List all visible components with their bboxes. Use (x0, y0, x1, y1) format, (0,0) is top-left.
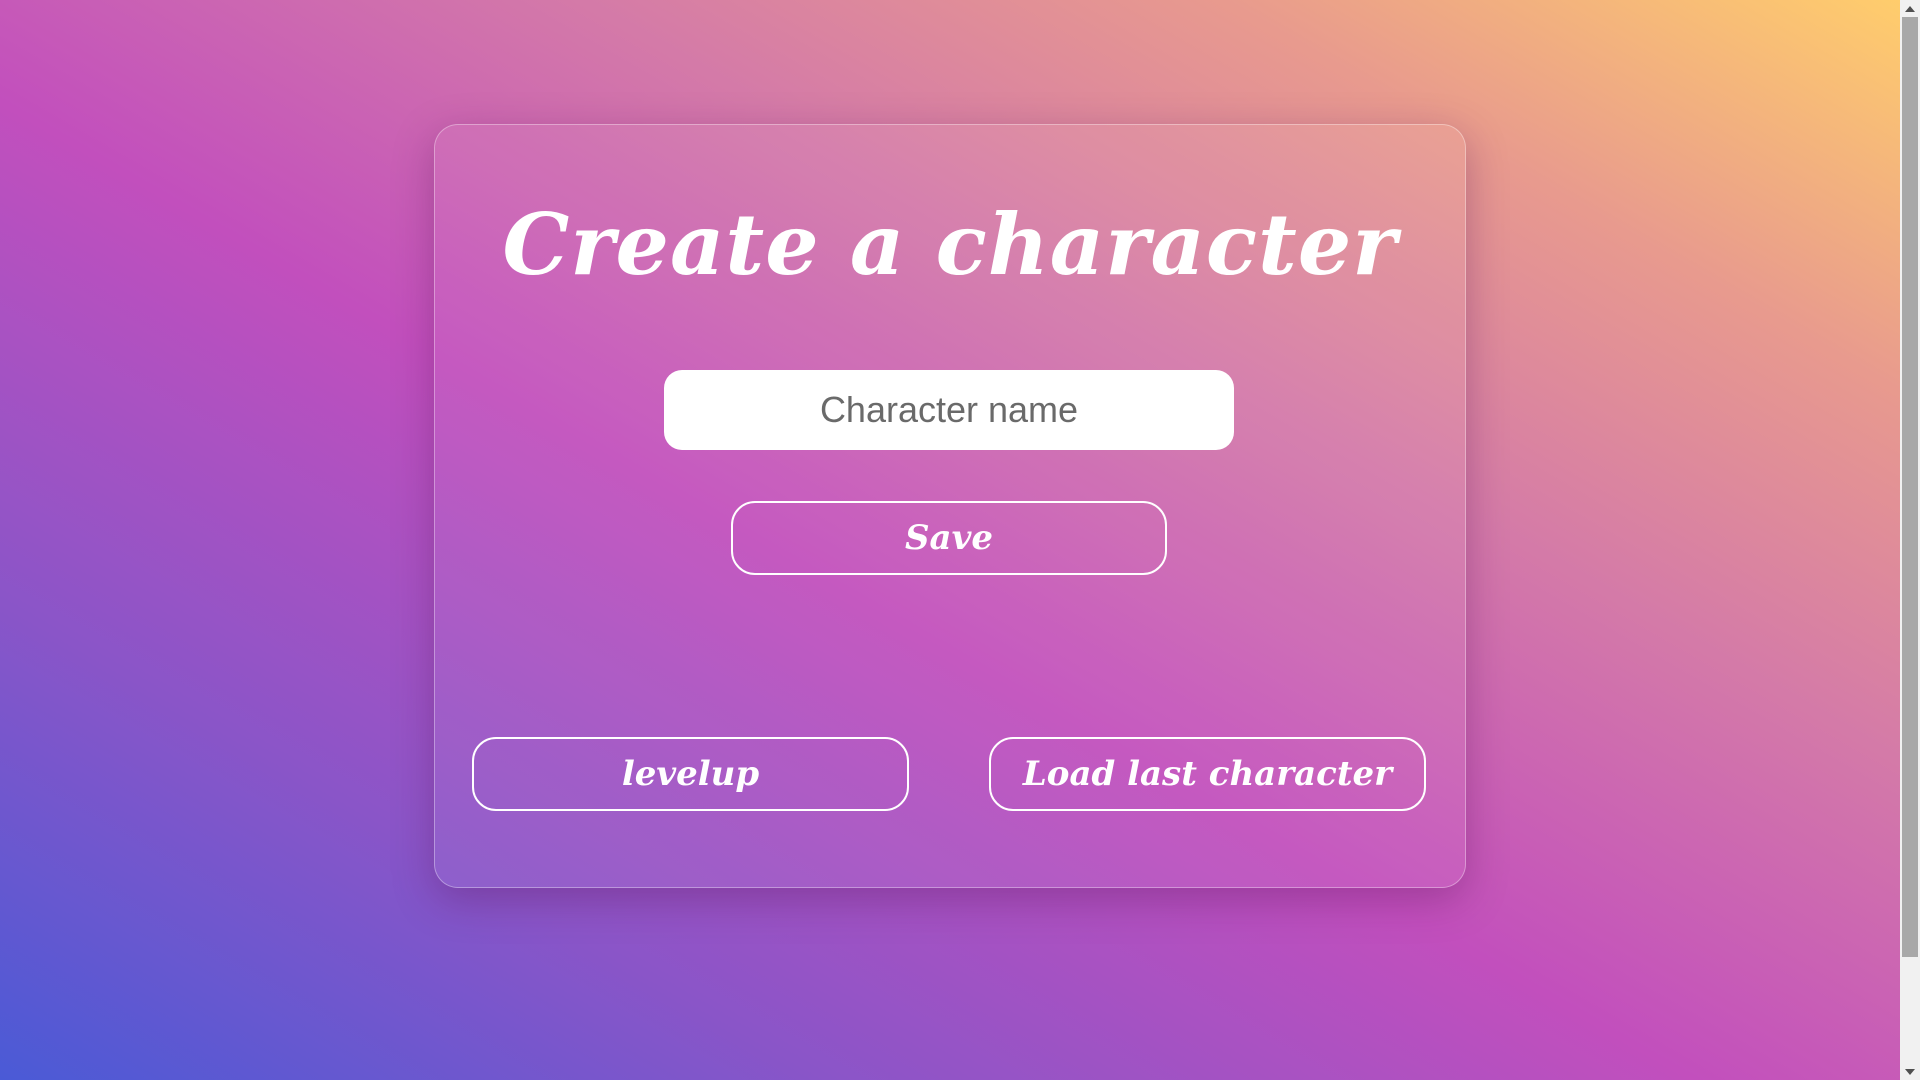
load-last-character-button[interactable]: Load last character (989, 737, 1426, 811)
vertical-scrollbar[interactable] (1900, 0, 1920, 1080)
levelup-button[interactable]: levelup (472, 737, 909, 811)
scrollbar-thumb[interactable] (1902, 17, 1918, 957)
load-last-character-button-label: Load last character (1022, 754, 1393, 794)
levelup-button-label: levelup (621, 754, 760, 794)
scroll-down-arrow-icon[interactable] (1900, 1063, 1920, 1080)
save-button-label: Save (905, 518, 993, 558)
character-name-input[interactable] (664, 370, 1234, 450)
scroll-up-arrow-icon[interactable] (1900, 0, 1920, 17)
save-button[interactable]: Save (731, 501, 1167, 575)
page-title: Create a character (502, 195, 1398, 294)
